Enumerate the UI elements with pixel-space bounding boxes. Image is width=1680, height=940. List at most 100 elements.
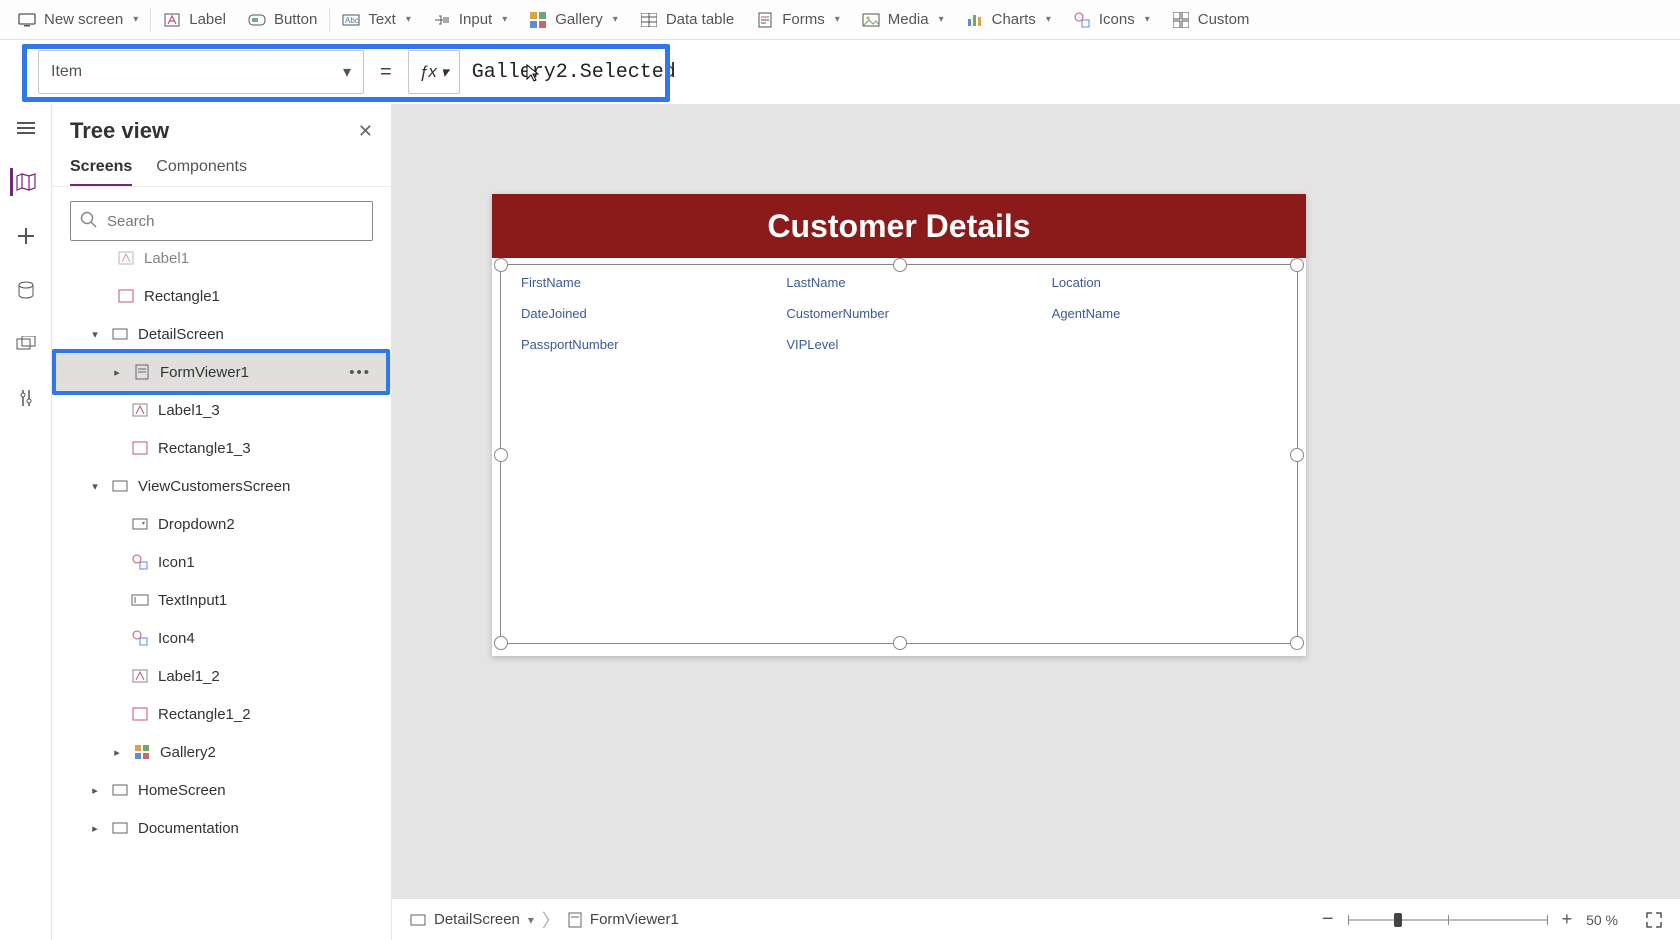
tree-node-viewcustomers[interactable]: ▾ ViewCustomersScreen: [52, 467, 391, 505]
tree-node-detailscreen[interactable]: ▾ DetailScreen: [52, 315, 391, 353]
tab-components[interactable]: Components: [156, 158, 247, 186]
field-location: Location: [1052, 275, 1277, 290]
tree-tabs: Screens Components: [52, 150, 391, 187]
dropdown-icon: [130, 518, 150, 530]
fx-dropdown[interactable]: ƒx ▾: [408, 50, 460, 94]
resize-handle[interactable]: [1290, 636, 1304, 650]
tree-search-input[interactable]: [70, 201, 373, 241]
text-icon: Abc: [342, 11, 360, 29]
tree-node-gallery2[interactable]: ▸ Gallery2: [52, 733, 391, 771]
formula-input[interactable]: [460, 50, 1680, 94]
chevron-down-icon: ▾: [1046, 14, 1051, 25]
separator: [329, 8, 330, 32]
tree-node-textinput1[interactable]: TextInput1: [52, 581, 391, 619]
input-icon: [433, 11, 451, 29]
insert-media-menu[interactable]: Media ▾: [852, 0, 954, 39]
rail-tree-view[interactable]: [10, 168, 38, 196]
property-dropdown-value: Item: [51, 63, 82, 81]
rail-media[interactable]: [12, 330, 40, 358]
insert-button[interactable]: Button: [238, 0, 327, 39]
fullscreen-icon[interactable]: [1646, 912, 1662, 928]
tab-screens[interactable]: Screens: [70, 158, 132, 186]
resize-handle[interactable]: [1290, 258, 1304, 272]
rail-advanced[interactable]: [12, 384, 40, 412]
fx-icon: ƒx: [419, 62, 437, 82]
resize-handle[interactable]: [494, 448, 508, 462]
chevron-down-icon[interactable]: ▾: [88, 480, 102, 493]
chevron-right-icon[interactable]: ▸: [88, 822, 102, 835]
field-datejoined: DateJoined: [521, 306, 746, 321]
field-passportnumber: PassportNumber: [521, 337, 746, 352]
zoom-out-button[interactable]: −: [1322, 908, 1334, 931]
tree-node-label1-2[interactable]: Label1_2: [52, 657, 391, 695]
resize-handle[interactable]: [494, 258, 508, 272]
chevron-right-icon[interactable]: ▸: [88, 784, 102, 797]
zoom-in-button[interactable]: +: [1562, 909, 1573, 930]
insert-text-menu[interactable]: Abc Text ▾: [332, 0, 421, 39]
tree-node-label1[interactable]: Label1: [52, 249, 391, 277]
main-area: Tree view ✕ Screens Components Label1 Re…: [0, 104, 1680, 940]
screen-icon: [410, 914, 426, 926]
tree-node-icon4[interactable]: Icon4: [52, 619, 391, 657]
resize-handle[interactable]: [1290, 448, 1304, 462]
tree-node-homescreen[interactable]: ▸ HomeScreen: [52, 771, 391, 809]
custom-icon: [1172, 11, 1190, 29]
tree-node-label1-3[interactable]: Label1_3: [52, 391, 391, 429]
chevron-down-icon[interactable]: ▾: [88, 328, 102, 341]
breadcrumb-separator: 〉: [542, 907, 560, 933]
new-screen-menu[interactable]: New screen ▾: [8, 0, 148, 39]
chevron-right-icon[interactable]: ▸: [110, 366, 124, 379]
insert-custom[interactable]: Custom: [1162, 0, 1260, 39]
media-icon: [862, 11, 880, 29]
screen-icon: [110, 784, 130, 796]
rectangle-icon: [130, 441, 150, 455]
breadcrumb-screen[interactable]: DetailScreen: [434, 911, 520, 928]
app-screen-detailscreen[interactable]: Customer Details FirstName LastName Loca…: [492, 194, 1306, 656]
resize-handle[interactable]: [893, 636, 907, 650]
breadcrumb: DetailScreen ▾ 〉 FormViewer1: [410, 907, 679, 933]
app-header: Customer Details: [492, 194, 1306, 258]
chevron-down-icon: ▾: [613, 14, 618, 25]
field-customernumber: CustomerNumber: [786, 306, 1011, 321]
datatable-icon: [640, 11, 658, 29]
insert-icons-menu[interactable]: Icons ▾: [1063, 0, 1160, 39]
tree-node-documentation[interactable]: ▸ Documentation: [52, 809, 391, 847]
canvas-wrap: Customer Details FirstName LastName Loca…: [392, 104, 1680, 940]
insert-label[interactable]: Label: [153, 0, 236, 39]
zoom-thumb[interactable]: [1394, 913, 1402, 927]
rail-data[interactable]: [12, 276, 40, 304]
chevron-down-icon[interactable]: ▾: [528, 913, 534, 927]
property-dropdown[interactable]: Item ▾: [38, 50, 364, 94]
tree-node-rectangle1[interactable]: Rectangle1: [52, 277, 391, 315]
chevron-right-icon[interactable]: ▸: [110, 746, 124, 759]
zoom-controls: − + 50 %: [1322, 908, 1662, 931]
close-icon[interactable]: ✕: [358, 121, 373, 142]
tree-node-icon1[interactable]: Icon1: [52, 543, 391, 581]
zoom-value: 50 %: [1586, 912, 1618, 928]
more-icon[interactable]: •••: [349, 364, 371, 381]
insert-datatable[interactable]: Data table: [630, 0, 744, 39]
tree-view-panel: Tree view ✕ Screens Components Label1 Re…: [52, 104, 392, 940]
screen-icon: [110, 328, 130, 340]
insert-charts-menu[interactable]: Charts ▾: [956, 0, 1061, 39]
tree-node-rectangle1-2[interactable]: Rectangle1_2: [52, 695, 391, 733]
tree-node-formviewer1[interactable]: ▸ FormViewer1 •••: [52, 353, 391, 391]
new-screen-label: New screen: [44, 11, 123, 28]
resize-handle[interactable]: [494, 636, 508, 650]
label-icon: [163, 11, 181, 29]
canvas[interactable]: Customer Details FirstName LastName Loca…: [392, 104, 1680, 898]
tree-node-dropdown2[interactable]: Dropdown2: [52, 505, 391, 543]
screen-icon: [110, 822, 130, 834]
insert-forms-menu[interactable]: Forms ▾: [746, 0, 850, 39]
rectangle-icon: [130, 707, 150, 721]
rail-insert[interactable]: [12, 222, 40, 250]
insert-gallery-menu[interactable]: Gallery ▾: [519, 0, 628, 39]
rail-hamburger[interactable]: [12, 114, 40, 142]
form-viewer[interactable]: FirstName LastName Location DateJoined C…: [500, 264, 1298, 644]
zoom-slider[interactable]: [1348, 919, 1548, 921]
resize-handle[interactable]: [893, 258, 907, 272]
breadcrumb-control[interactable]: FormViewer1: [590, 911, 679, 928]
bottom-bar: DetailScreen ▾ 〉 FormViewer1 − + 50 %: [392, 898, 1680, 940]
tree-node-rectangle1-3[interactable]: Rectangle1_3: [52, 429, 391, 467]
insert-input-menu[interactable]: Input ▾: [423, 0, 517, 39]
